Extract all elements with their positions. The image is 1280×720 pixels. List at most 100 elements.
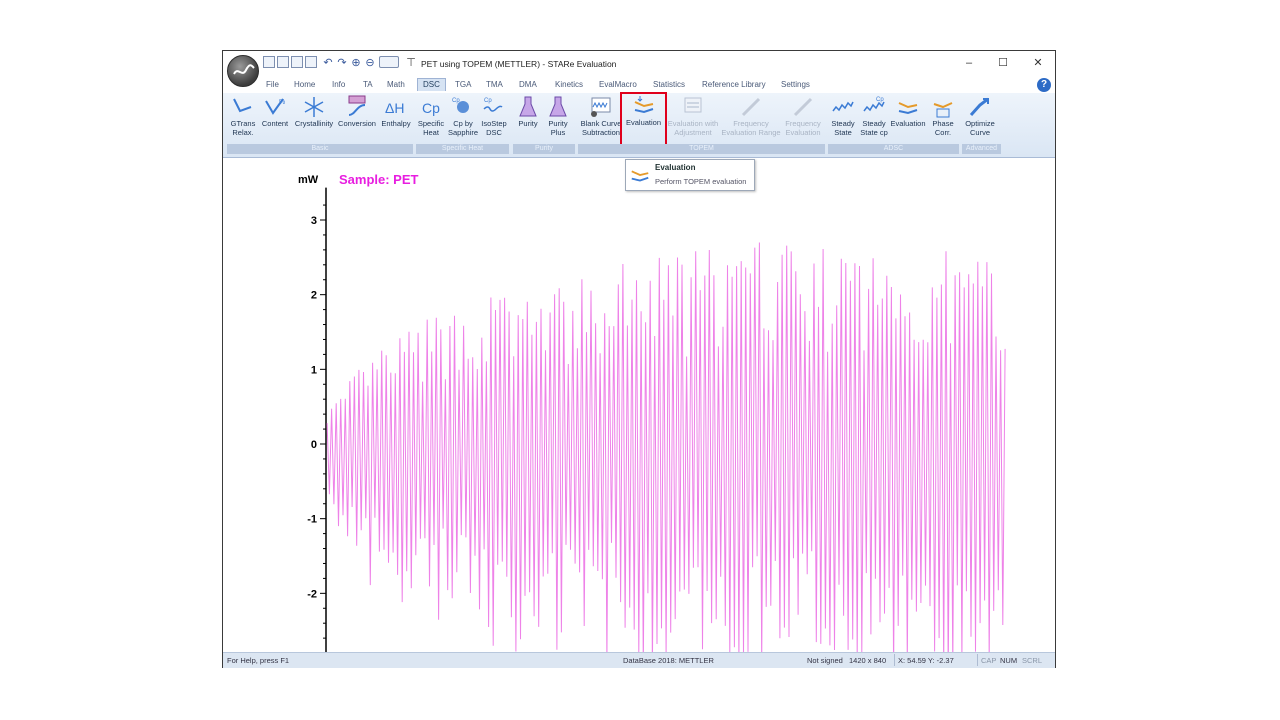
chart-icon[interactable] (305, 56, 317, 68)
status-separator (977, 654, 978, 666)
tab-evalmacro[interactable]: EvalMacro (599, 80, 637, 89)
button-label: Corr. (934, 128, 952, 137)
ribbon-group-topem: TOPEM (578, 144, 825, 154)
tab-ta[interactable]: TA (363, 80, 373, 89)
undo-icon[interactable]: ↶ (322, 57, 334, 69)
status-caps-lock: CAP (981, 656, 997, 665)
ribbon-adsc-evaluation-button[interactable]: Evaluation (889, 95, 927, 143)
zoom-in-icon[interactable]: ⊕ (350, 57, 362, 69)
status-num-lock: NUM (1000, 656, 1018, 665)
adjustment-icon (684, 97, 702, 113)
app-logo-icon[interactable] (227, 55, 259, 87)
status-signed: Not signed (807, 656, 843, 665)
button-label: IsoStep (481, 119, 507, 128)
svg-text:Cp: Cp (452, 98, 460, 104)
button-label: Heat (423, 128, 439, 137)
specific-heat-icon: Cp (422, 100, 440, 116)
ribbon-evaluation-with-adjustment-button[interactable]: Evaluation with Adjustment (667, 95, 719, 143)
ribbon-optimize-curve-button[interactable]: Optimize Curve (961, 95, 999, 143)
button-label: Crystallinity (294, 119, 334, 128)
ribbon-frequency-evaluation-button[interactable]: Frequency Evaluation (781, 95, 825, 143)
ribbon-steady-state-cp-button[interactable]: Cp Steady State cp (859, 95, 889, 143)
tab-tga[interactable]: TGA (455, 80, 471, 89)
button-label: Relax. (232, 128, 254, 137)
redo-icon[interactable]: ↷ (336, 57, 348, 69)
status-help-text: For Help, press F1 (227, 656, 290, 665)
tab-dsc[interactable]: DSC (417, 78, 446, 91)
ribbon-group-advanced: Advanced (962, 144, 1001, 154)
ribbon-purity-plus-button[interactable]: Purity Plus (543, 95, 573, 143)
button-label: Plus (550, 128, 566, 137)
button-label: Cp by (453, 119, 473, 128)
zoom-out-icon[interactable]: ⊖ (364, 57, 376, 69)
minimize-button[interactable]: – (959, 55, 979, 71)
blank-curve-icon (591, 97, 611, 117)
button-label: Phase (932, 119, 954, 128)
button-label: Enthalpy (381, 119, 411, 128)
button-label: Subtraction (582, 128, 620, 137)
y-tick-label: 3 (311, 215, 317, 227)
zoom-rect-icon[interactable] (379, 56, 399, 68)
maximize-button[interactable]: ☐ (993, 55, 1013, 71)
tab-statistics[interactable]: Statistics (653, 80, 685, 89)
button-label: Purity (518, 119, 538, 128)
button-label: Sapphire (447, 128, 479, 137)
purity-plus-flask-icon (549, 96, 567, 117)
new-curve-icon[interactable] (263, 56, 275, 68)
tab-reference-library[interactable]: Reference Library (702, 80, 766, 89)
ribbon-purity-button[interactable]: Purity (515, 95, 541, 143)
tab-home[interactable]: Home (294, 80, 315, 89)
topem-evaluation-icon (634, 96, 653, 114)
ribbon-cp-by-sapphire-button[interactable]: Cp Cp by Sapphire (446, 95, 480, 143)
svg-text:%: % (279, 99, 285, 106)
adsc-evaluation-icon (898, 102, 918, 115)
ribbon-crystallinity-button[interactable]: Crystallinity (293, 95, 335, 143)
button-label: Evaluation with (667, 119, 719, 128)
button-label: Conversion (338, 119, 376, 128)
help-icon[interactable]: ? (1037, 78, 1051, 92)
phase-correction-icon (933, 102, 953, 118)
ribbon-isostep-dsc-button[interactable]: Cp IsoStep DSC (479, 95, 509, 143)
button-label: Evaluation (785, 128, 821, 137)
ribbon-blank-curve-subtraction-button[interactable]: Blank Curve Subtraction (579, 95, 623, 143)
tab-dma[interactable]: DMA (519, 80, 537, 89)
button-label: Content (261, 119, 289, 128)
topem-evaluation-icon (631, 170, 649, 182)
status-bar: For Help, press F1 DataBase 2018: METTLE… (223, 652, 1055, 668)
plot-area[interactable]: 3210-1-2-3-43040506070809010011012013014… (223, 158, 1055, 714)
steady-state-cp-icon: Cp (863, 97, 885, 112)
purity-flask-icon (519, 96, 537, 117)
ribbon-conversion-button[interactable]: Conversion (337, 95, 377, 143)
ribbon-phase-correction-button[interactable]: Phase Corr. (929, 95, 957, 143)
svg-text:Cp: Cp (876, 97, 884, 103)
tab-settings[interactable]: Settings (781, 80, 810, 89)
ribbon-topem-evaluation-button[interactable]: Evaluation (620, 92, 667, 146)
pin-icon[interactable]: ⊤ (405, 57, 417, 69)
heat-flow-chart[interactable]: 3210-1-2-3-43040506070809010011012013014… (223, 158, 1055, 714)
button-label: Blank Curve (580, 119, 622, 128)
menu-bar: File Home Info TA Math DSC TGA TMA DMA K… (223, 77, 1055, 93)
ribbon-enthalpy-button[interactable]: ΔH Enthalpy (379, 95, 413, 143)
tab-math[interactable]: Math (387, 80, 405, 89)
button-label: Curve (969, 128, 990, 137)
ribbon-content-button[interactable]: % Content (259, 95, 291, 143)
ribbon-group-adsc: ADSC (828, 144, 959, 154)
y-tick-label: 1 (311, 364, 317, 376)
tab-kinetics[interactable]: Kinetics (555, 80, 583, 89)
title-bar: ↶ ↷ ⊕ ⊖ ⊤ PET using TOPEM (METTLER) - ST… (223, 51, 1055, 77)
ribbon-steady-state-button[interactable]: Steady State (829, 95, 857, 143)
tab-tma[interactable]: TMA (486, 80, 503, 89)
status-size: 1420 x 840 (849, 656, 887, 665)
tab-info[interactable]: Info (332, 80, 345, 89)
ribbon-specific-heat-button[interactable]: Cp Specific Heat (417, 95, 445, 143)
chart-icon[interactable] (291, 56, 303, 68)
ribbon-frequency-evaluation-range-button[interactable]: Frequency Evaluation Range (721, 95, 781, 143)
open-curve-icon[interactable] (277, 56, 289, 68)
close-button[interactable]: ✕ (1028, 55, 1048, 71)
y-tick-label: -1 (307, 514, 317, 526)
tooltip-description: Perform TOPEM evaluation (655, 177, 747, 186)
steady-state-icon (832, 101, 854, 112)
tab-file[interactable]: File (266, 80, 279, 89)
ribbon-gtrans-relax-button[interactable]: GTrans Relax. (229, 95, 257, 143)
svg-text:Cp: Cp (422, 100, 440, 116)
